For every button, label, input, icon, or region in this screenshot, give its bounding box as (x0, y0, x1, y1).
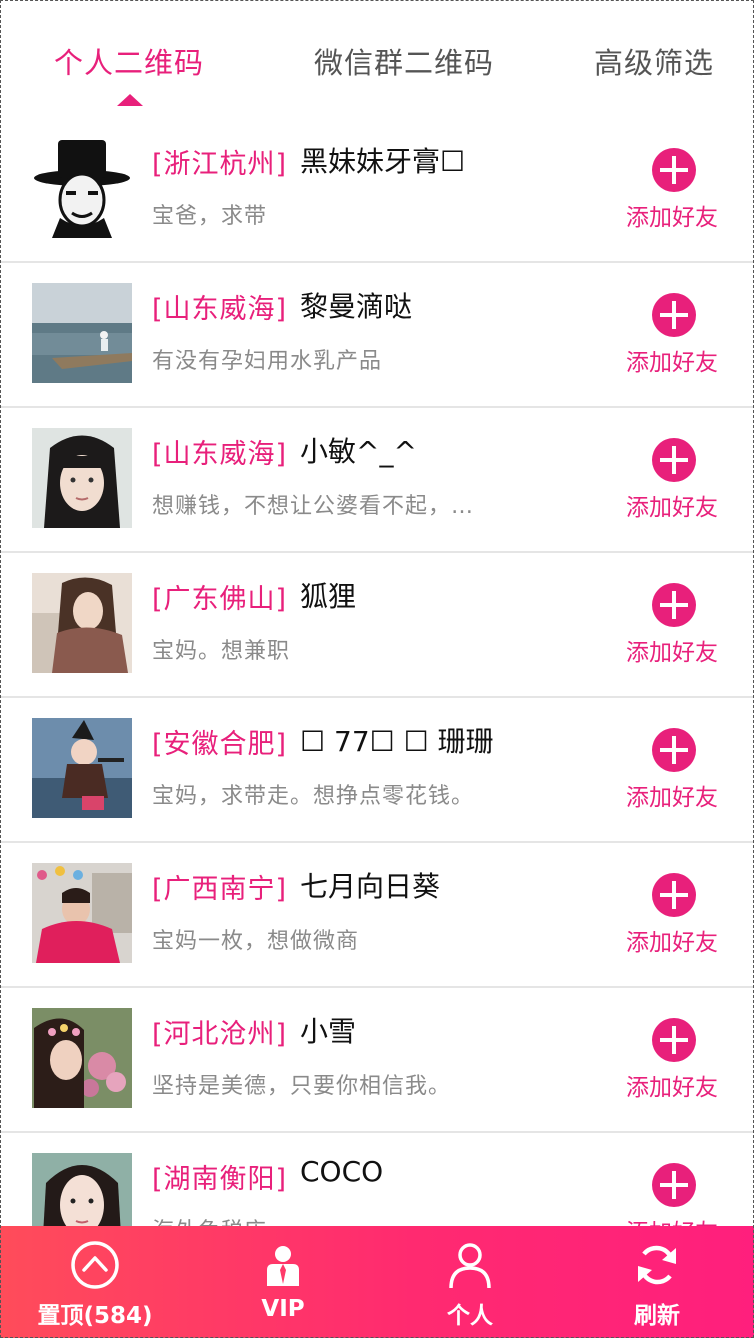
user-name: 七月向日葵 (300, 870, 441, 903)
list-item[interactable]: [广西南宁] 七月向日葵 宝妈一枚，想做微商 添加好友 (0, 843, 754, 988)
add-friend-label: 添加好友 (626, 785, 718, 811)
user-location: [湖南衡阳] (152, 1164, 288, 1195)
chevron-up-circle-icon (70, 1240, 120, 1290)
nav-personal-label: 个人 (447, 1303, 493, 1329)
nav-vip-button[interactable]: VIP (208, 1226, 358, 1338)
add-friend-button[interactable]: 添加好友 (622, 438, 726, 528)
user-name: 小敏^_^ (300, 435, 417, 468)
user-location: [河北沧州] (152, 1019, 288, 1050)
tab-wechat-group-qr[interactable]: 微信群二维码 (314, 40, 494, 82)
list-item[interactable]: [山东威海] 黎曼滴哒 有没有孕妇用水乳产品 添加好友 (0, 263, 754, 408)
plus-circle-icon (652, 1018, 696, 1062)
nav-refresh-label: 刷新 (634, 1303, 680, 1329)
add-friend-button[interactable]: 添加好友 (622, 583, 726, 673)
nav-vip-label: VIP (261, 1296, 305, 1322)
nav-refresh-button[interactable]: 刷新 (582, 1226, 732, 1338)
user-description: 坚持是美德，只要你相信我。 (152, 1074, 452, 1099)
add-friend-button[interactable]: 添加好友 (622, 293, 726, 383)
list-item[interactable]: [广东佛山] 狐狸 宝妈。想兼职 添加好友 (0, 553, 754, 698)
user-list: [浙江杭州] 黑妹妹牙膏☐ 宝爸，求带 添加好友 [山东威海] 黎曼滴哒 有没有… (0, 118, 754, 1278)
user-location: [山东威海] (152, 294, 288, 325)
user-description: 宝妈。想兼职 (152, 639, 291, 664)
avatar (32, 573, 132, 673)
avatar (32, 283, 132, 383)
nav-pin-top-button[interactable]: 置顶(584) (20, 1226, 170, 1338)
nav-personal-button[interactable]: 个人 (395, 1226, 545, 1338)
bottom-nav-bar: 置顶(584) VIP 个人 刷新 (0, 1226, 754, 1338)
list-item[interactable]: [山东威海] 小敏^_^ 想赚钱，不想让公婆看不起，… 添加好友 (0, 408, 754, 553)
add-friend-label: 添加好友 (626, 930, 718, 956)
nav-pin-top-label: 置顶(584) (37, 1303, 153, 1329)
add-friend-label: 添加好友 (626, 495, 718, 521)
list-item[interactable]: [浙江杭州] 黑妹妹牙膏☐ 宝爸，求带 添加好友 (0, 118, 754, 263)
add-friend-label: 添加好友 (626, 205, 718, 231)
user-description: 宝妈一枚，想做微商 (152, 929, 360, 954)
user-description: 宝妈，求带走。想挣点零花钱。 (152, 784, 475, 809)
active-tab-indicator (117, 94, 143, 106)
avatar (32, 428, 132, 528)
user-location: [安徽合肥] (152, 729, 288, 760)
user-location: [广东佛山] (152, 584, 288, 615)
list-item[interactable]: [安徽合肥] ☐ 77☐ ☐ 珊珊 宝妈，求带走。想挣点零花钱。 添加好友 (0, 698, 754, 843)
add-friend-button[interactable]: 添加好友 (622, 728, 726, 818)
avatar (32, 863, 132, 963)
add-friend-button[interactable]: 添加好友 (622, 148, 726, 238)
add-friend-label: 添加好友 (626, 640, 718, 666)
plus-circle-icon (652, 148, 696, 192)
vip-person-icon (258, 1240, 308, 1290)
user-name: 狐狸 (300, 580, 357, 613)
plus-circle-icon (652, 1163, 696, 1207)
list-item[interactable]: [河北沧州] 小雪 坚持是美德，只要你相信我。 添加好友 (0, 988, 754, 1133)
tab-advanced-filter[interactable]: 高级筛选 (594, 40, 714, 82)
avatar (32, 1008, 132, 1108)
add-friend-label: 添加好友 (626, 1075, 718, 1101)
user-location: [广西南宁] (152, 874, 288, 905)
user-description: 宝爸，求带 (152, 204, 268, 229)
avatar (32, 718, 132, 818)
plus-circle-icon (652, 293, 696, 337)
user-name: 黑妹妹牙膏☐ (300, 145, 466, 178)
user-location: [浙江杭州] (152, 149, 288, 180)
plus-circle-icon (652, 873, 696, 917)
user-location: [山东威海] (152, 439, 288, 470)
add-friend-label: 添加好友 (626, 350, 718, 376)
plus-circle-icon (652, 438, 696, 482)
person-icon (445, 1240, 495, 1290)
user-name: 小雪 (300, 1015, 357, 1048)
user-description: 想赚钱，不想让公婆看不起，… (152, 494, 475, 519)
avatar (32, 138, 132, 238)
tab-personal-qr[interactable]: 个人二维码 (54, 40, 204, 82)
user-name: 黎曼滴哒 (300, 290, 413, 323)
user-description: 有没有孕妇用水乳产品 (152, 349, 383, 374)
tab-bar: 个人二维码 微信群二维码 高级筛选 (0, 0, 754, 119)
refresh-icon (632, 1240, 682, 1290)
plus-circle-icon (652, 728, 696, 772)
add-friend-button[interactable]: 添加好友 (622, 1018, 726, 1108)
user-name: ☐ 77☐ ☐ 珊珊 (300, 725, 494, 758)
plus-circle-icon (652, 583, 696, 627)
add-friend-button[interactable]: 添加好友 (622, 873, 726, 963)
user-name: COCO (300, 1155, 384, 1188)
